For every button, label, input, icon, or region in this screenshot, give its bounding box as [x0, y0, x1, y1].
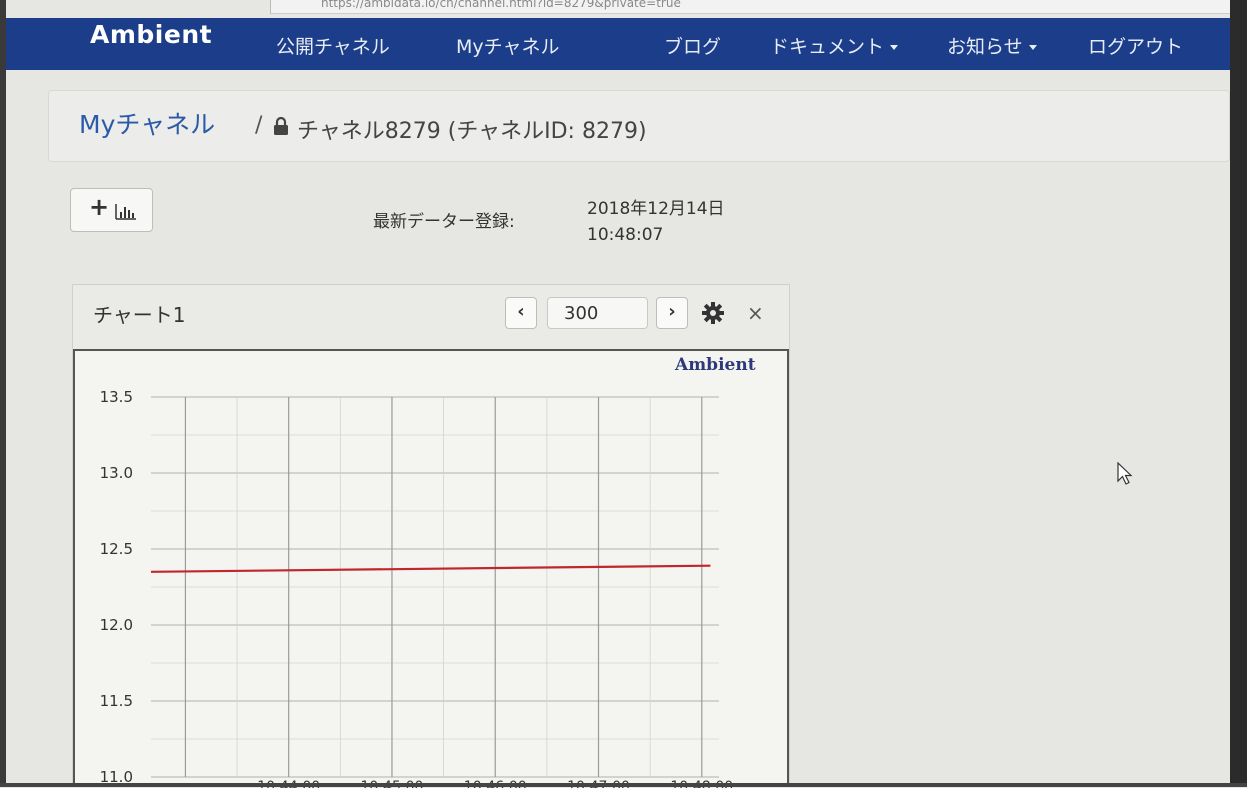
- prev-range-button[interactable]: ‹: [505, 297, 537, 329]
- nav-documents-label: ドキュメント: [770, 36, 885, 58]
- breadcrumb-separator: /: [255, 113, 263, 138]
- latest-data-label: 最新データー登録:: [373, 212, 515, 232]
- add-chart-button[interactable]: +: [70, 188, 153, 232]
- page-title: チャネル8279 (チャネルID: 8279): [297, 119, 647, 144]
- mouse-cursor-icon: [1117, 462, 1133, 485]
- photo-frame-left: [0, 0, 6, 787]
- series-line: [150, 564, 711, 573]
- y-tick-label: 13.5: [100, 388, 133, 406]
- nav-blog-label: ブログ: [664, 36, 722, 58]
- nav-my-channels[interactable]: Myチャネル: [456, 32, 559, 59]
- nav-documents[interactable]: ドキュメント: [770, 32, 899, 59]
- y-tick-label: 12.5: [100, 540, 133, 558]
- photo-frame-bottom: [0, 783, 1247, 787]
- chart-panel: チャート1 ‹ › × 13.513.012.512.011.511.010:4…: [72, 284, 790, 788]
- gear-icon[interactable]: [701, 301, 725, 325]
- nav-public-channels[interactable]: 公開チャネル: [276, 32, 390, 59]
- next-range-button[interactable]: ›: [656, 297, 688, 329]
- plus-icon: +: [89, 193, 110, 221]
- chevron-left-icon: ‹: [517, 301, 525, 322]
- nav-blog[interactable]: ブログ: [664, 32, 721, 59]
- y-tick-label: 13.0: [100, 464, 133, 482]
- chart-panel-header: チャート1 ‹ › ×: [73, 285, 789, 350]
- chart-title: チャート1: [93, 303, 186, 327]
- breadcrumb: Myチャネル / チャネル8279 (チャネルID: 8279): [48, 90, 1230, 162]
- nav-logout-label: ログアウト: [1088, 36, 1184, 58]
- photo-frame-right: [1230, 0, 1247, 787]
- y-tick-label: 12.0: [100, 616, 133, 634]
- range-input[interactable]: [547, 297, 648, 329]
- chart-area: 13.513.012.512.011.511.010:44:0010:45:00…: [73, 349, 789, 788]
- nav-my-channels-label: Myチャネル: [456, 36, 560, 58]
- caret-down-icon: [1028, 45, 1037, 50]
- chevron-right-icon: ›: [668, 301, 676, 322]
- line-chart: 13.513.012.512.011.511.010:44:0010:45:00…: [100, 388, 734, 788]
- caret-down-icon: [890, 45, 899, 50]
- bar-chart-icon: [115, 204, 136, 220]
- y-tick-label: 11.5: [100, 692, 133, 710]
- lock-icon: [274, 116, 288, 135]
- chart-watermark: Ambient: [675, 355, 756, 375]
- nav-logout[interactable]: ログアウト: [1088, 32, 1183, 59]
- nav-notices-label: お知らせ: [947, 36, 1023, 58]
- close-chart-button[interactable]: ×: [747, 301, 764, 325]
- top-navbar: Ambient 公開チャネル Myチャネル ブログ ドキュメント お知らせ ログ…: [6, 18, 1230, 70]
- address-bar[interactable]: https://ambidata.io/ch/channel.html?id=8…: [270, 0, 1230, 14]
- nav-notices[interactable]: お知らせ: [947, 32, 1037, 59]
- nav-public-channels-label: 公開チャネル: [276, 36, 390, 58]
- brand-logo[interactable]: Ambient: [90, 20, 212, 49]
- latest-data-timestamp: 2018年12月14日 10:48:07: [587, 199, 725, 245]
- breadcrumb-my-channels-link[interactable]: Myチャネル: [79, 105, 215, 141]
